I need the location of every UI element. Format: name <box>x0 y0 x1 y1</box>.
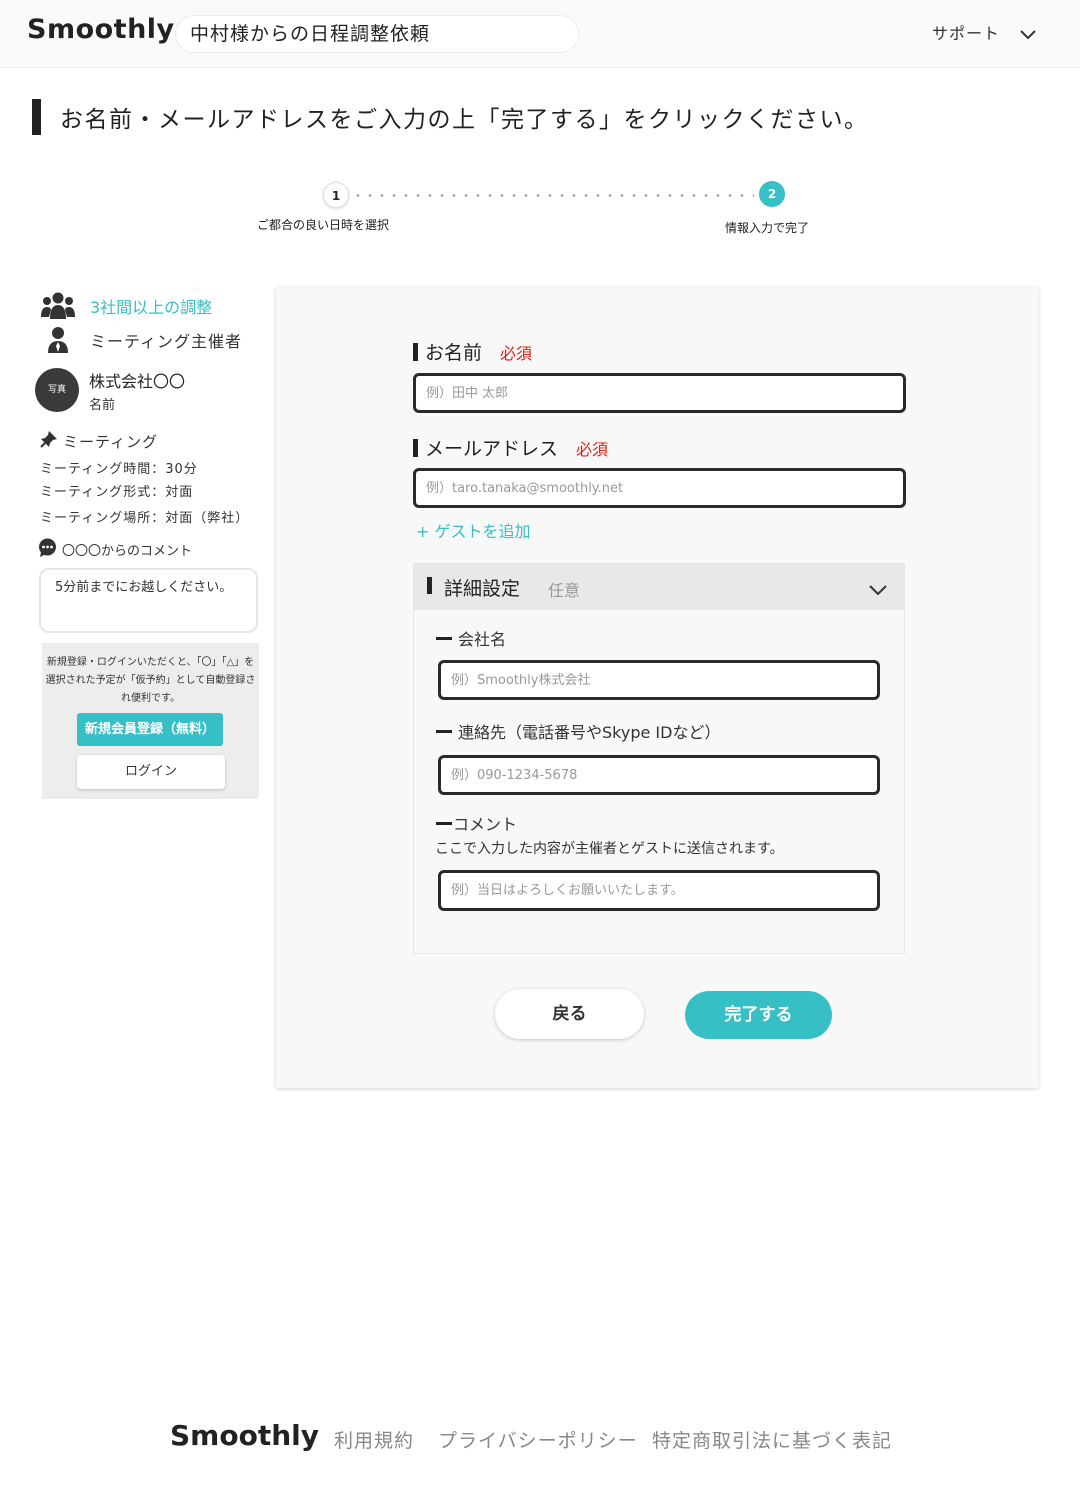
footer-link-terms[interactable]: 利用規約 <box>334 1426 414 1453</box>
chevron-down-icon <box>869 581 887 600</box>
meeting-format: ミーティング形式：対面 <box>40 485 194 500</box>
company-field[interactable] <box>438 660 880 700</box>
contact-label: 連絡先（電話番号やSkype IDなど） <box>458 723 721 742</box>
host-name: 名前 <box>89 398 116 413</box>
login-button[interactable]: ログイン <box>77 755 225 789</box>
comment-note: ここで入力した内容が主催者とゲストに送信されます。 <box>435 841 784 857</box>
comment-label: コメント <box>453 815 518 834</box>
submit-button[interactable]: 完了する <box>685 991 832 1039</box>
meeting-time: ミーティング時間：30分 <box>40 462 198 477</box>
footer-link-commerce-law[interactable]: 特定商取引法に基づく表記 <box>652 1426 892 1453</box>
footer-logo[interactable]: Smoothly <box>170 1419 319 1452</box>
user-tie-icon <box>40 327 76 353</box>
host-company: 株式会社〇〇 <box>89 372 186 391</box>
step-2-label: 情報入力で完了 <box>725 221 810 235</box>
footer-link-privacy[interactable]: プライバシーポリシー <box>438 1426 638 1453</box>
email-label: メールアドレス <box>425 438 559 460</box>
company-label: 会社名 <box>458 630 507 649</box>
name-input[interactable] <box>426 385 903 401</box>
contact-label-row: 連絡先（電話番号やSkype IDなど） <box>436 719 720 743</box>
chevron-down-icon <box>1020 25 1036 44</box>
add-guest-link[interactable]: + ゲストを追加 <box>416 518 531 542</box>
header-logo[interactable]: Smoothly <box>27 14 175 45</box>
comment-input[interactable] <box>451 883 877 898</box>
name-required-badge: 必須 <box>500 343 533 363</box>
register-button[interactable]: 新規会員登録（無料） <box>77 713 223 746</box>
host-label: ミーティング主催者 <box>90 332 243 351</box>
dash-mark <box>436 729 452 733</box>
contact-input[interactable] <box>451 767 877 783</box>
name-field[interactable] <box>413 373 906 413</box>
label-bar <box>427 577 432 594</box>
detail-title: 詳細設定 <box>444 578 521 600</box>
instruction-heading: お名前・メールアドレスをご入力の上「完了する」をクリックください。 <box>32 99 869 135</box>
comment-heading: 〇〇〇からのコメント <box>38 538 192 561</box>
page-title: 中村様からの日程調整依頼 <box>175 15 579 53</box>
name-label: お名前 <box>425 342 483 364</box>
step-2-circle: 2 <box>759 181 785 207</box>
email-field[interactable] <box>413 468 906 508</box>
host-comment-box: 5分前までにお越しください。 <box>39 568 258 633</box>
multi-company-row: 3社間以上の調整 <box>40 292 212 320</box>
pin-icon <box>40 430 58 452</box>
support-label: サポート <box>932 24 1001 43</box>
company-input[interactable] <box>451 672 877 688</box>
login-note: 新規登録・ログインいただくと、「〇」「△」を選択された予定が「仮予約」として自動… <box>45 657 256 704</box>
company-label-row: 会社名 <box>436 626 506 650</box>
back-button[interactable]: 戻る <box>495 989 644 1039</box>
host-row: ミーティング主催者 <box>40 327 242 353</box>
meeting-place: ミーティング場所：対面（弊社） <box>40 511 250 526</box>
comment-bubble-icon <box>38 538 57 561</box>
label-bar <box>413 342 418 361</box>
instruction-text: お名前・メールアドレスをご入力の上「完了する」をクリックください。 <box>60 107 869 133</box>
comment-field[interactable] <box>438 870 880 911</box>
detail-settings-toggle[interactable]: 詳細設定 任意 <box>414 564 904 610</box>
label-bar <box>413 438 418 457</box>
users-group-icon <box>40 292 76 320</box>
step-1-label: ご都合の良い日時を選択 <box>257 218 390 232</box>
email-required-badge: 必須 <box>576 439 609 459</box>
detail-optional-label: 任意 <box>548 581 581 600</box>
login-promo-box: 新規登録・ログインいただくと、「〇」「△」を選択された予定が「仮予約」として自動… <box>42 643 259 799</box>
meeting-heading-text: ミーティング <box>63 432 159 451</box>
avatar: 写真 <box>35 368 79 412</box>
heading-bar <box>32 99 41 135</box>
step-1-circle: 1 <box>323 182 349 208</box>
comment-label-row: コメント <box>436 811 517 835</box>
email-input[interactable] <box>426 480 903 496</box>
top-header: Smoothly 中村様からの日程調整依頼 サポート <box>0 0 1080 68</box>
step-progress-dots <box>352 194 754 197</box>
email-label-row: メールアドレス 必須 <box>413 434 608 461</box>
multi-company-text: 3社間以上の調整 <box>90 298 213 317</box>
dash-mark <box>436 821 452 825</box>
meeting-heading: ミーティング <box>40 430 158 452</box>
dash-mark <box>436 636 452 640</box>
support-menu[interactable]: サポート <box>932 20 1036 44</box>
comment-heading-text: 〇〇〇からのコメント <box>62 544 193 559</box>
name-label-row: お名前 必須 <box>413 338 532 365</box>
contact-field[interactable] <box>438 755 880 795</box>
